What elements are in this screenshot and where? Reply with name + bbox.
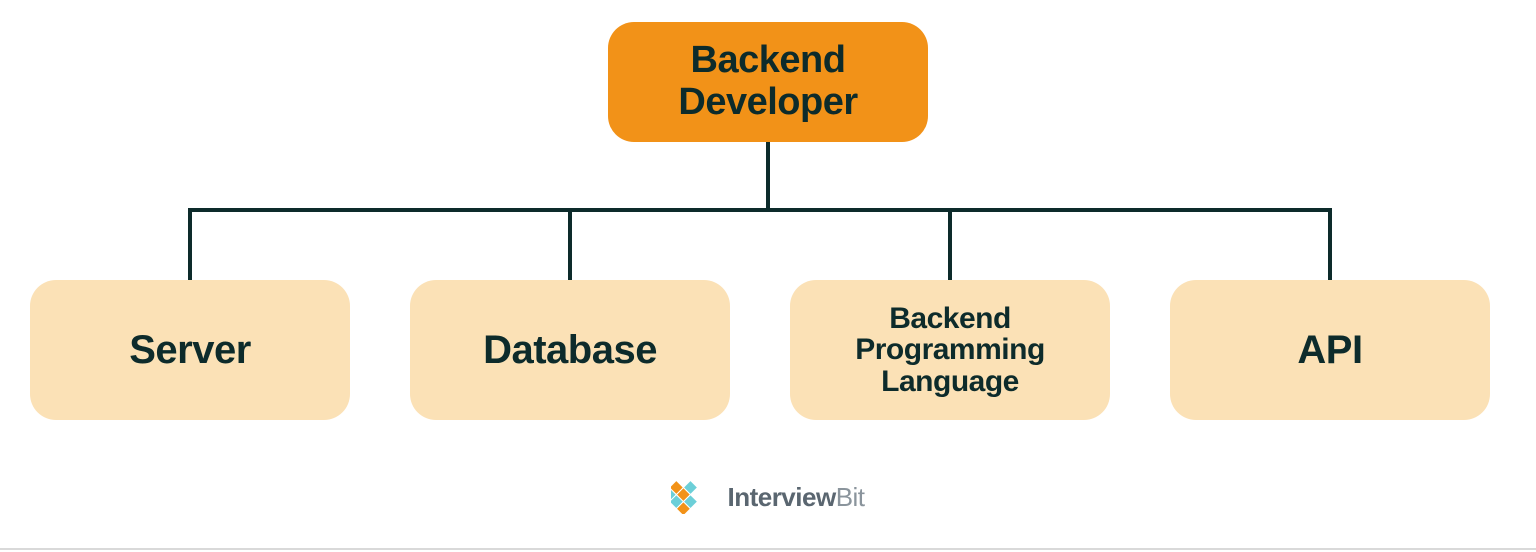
brand-footer: InterviewBit [0, 480, 1536, 514]
child-node-api: API [1170, 280, 1490, 420]
brand-logo-icon [671, 480, 717, 514]
bottom-divider [0, 548, 1536, 550]
brand-name: InterviewBit [727, 482, 864, 513]
root-node: BackendDeveloper [608, 22, 928, 142]
child-node-server: Server [30, 280, 350, 420]
child-node-backend-programming-language: BackendProgrammingLanguage [790, 280, 1110, 420]
child-node-database: Database [410, 280, 730, 420]
brand-name-part2: Bit [836, 482, 865, 512]
brand-name-part1: Interview [727, 482, 835, 512]
diagram-canvas: BackendDeveloper Server Database Backend… [0, 0, 1536, 552]
